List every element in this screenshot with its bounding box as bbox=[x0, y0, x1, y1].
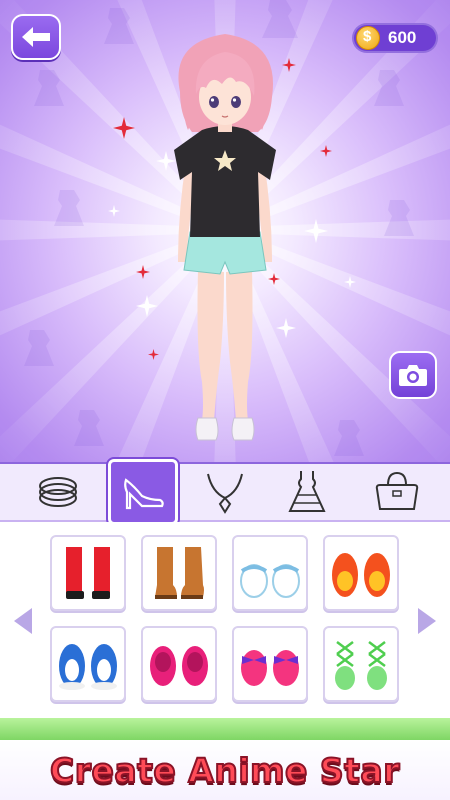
high-heel-icon bbox=[124, 478, 164, 510]
item-orange-flats[interactable] bbox=[323, 535, 399, 611]
item-red-boots[interactable] bbox=[50, 535, 126, 611]
character-avatar bbox=[174, 34, 276, 441]
item-pink-bow-shoes[interactable] bbox=[232, 626, 308, 702]
arrow-left-icon bbox=[22, 27, 50, 47]
bracelet-icon bbox=[39, 477, 77, 507]
pink-bow-shoes-icon bbox=[241, 650, 299, 686]
coin-symbol: $ bbox=[363, 28, 372, 45]
blue-sneakers-icon bbox=[59, 644, 117, 690]
sparkle-icon bbox=[113, 117, 135, 139]
item-brown-boots[interactable] bbox=[141, 535, 217, 611]
sparkle-icon bbox=[304, 219, 328, 243]
coin-amount: 600 bbox=[388, 28, 417, 47]
dress-icon bbox=[288, 471, 326, 512]
arrow-left-icon[interactable] bbox=[12, 606, 34, 636]
category-tabs bbox=[0, 459, 450, 525]
camera-button[interactable] bbox=[389, 351, 437, 399]
item-green-lace-sandals[interactable] bbox=[323, 626, 399, 702]
arrow-right-icon[interactable] bbox=[416, 606, 438, 636]
sparkle-icon bbox=[320, 145, 332, 157]
tab-bracelets[interactable] bbox=[23, 464, 93, 520]
back-button[interactable] bbox=[11, 14, 61, 60]
handbag-icon bbox=[375, 471, 419, 510]
banner-title: Create Anime Star bbox=[49, 750, 400, 791]
orange-flats-icon bbox=[332, 553, 390, 597]
coin-counter: $ 600 bbox=[352, 23, 438, 53]
tab-necklaces[interactable] bbox=[190, 464, 260, 520]
tab-dresses[interactable] bbox=[272, 464, 342, 520]
sparkle-icon bbox=[108, 205, 120, 217]
red-boots-icon bbox=[66, 547, 110, 599]
coin-icon: $ bbox=[356, 26, 380, 50]
promo-banner: Create Anime Star bbox=[0, 740, 450, 800]
camera-icon bbox=[399, 365, 427, 386]
tab-bags[interactable] bbox=[362, 464, 432, 520]
white-blue-clogs-icon bbox=[240, 564, 300, 598]
necklace-icon bbox=[207, 473, 243, 514]
green-lace-sandals-icon bbox=[335, 641, 387, 690]
stage: $ 600 bbox=[0, 0, 450, 462]
pink-flats-icon bbox=[150, 646, 208, 686]
sparkle-icon bbox=[344, 276, 356, 288]
sparkle-icon bbox=[136, 265, 150, 279]
brown-boots-icon bbox=[155, 547, 204, 599]
item-white-blue-clogs[interactable] bbox=[232, 535, 308, 611]
item-pink-flats[interactable] bbox=[141, 626, 217, 702]
tab-shoes[interactable] bbox=[108, 459, 178, 525]
item-blue-sneakers[interactable] bbox=[50, 626, 126, 702]
